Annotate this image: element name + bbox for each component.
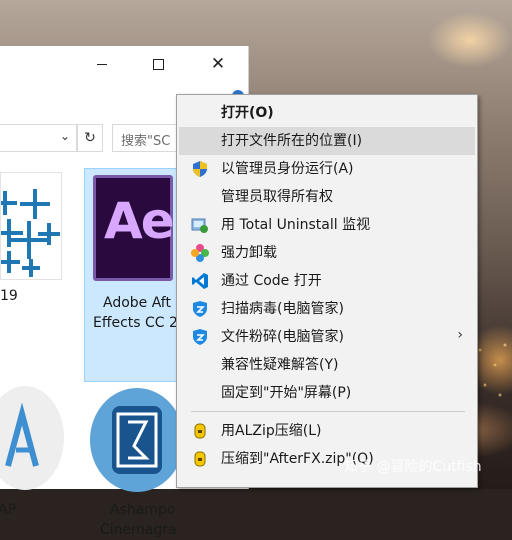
file-label: 19	[0, 288, 18, 304]
tencent-shield-icon	[191, 328, 209, 346]
menu-item-run-as-admin[interactable]: 以管理员身份运行(A)	[179, 155, 475, 183]
uac-shield-icon	[191, 160, 209, 178]
menu-item-label: 兼容性疑难解答(Y)	[221, 357, 339, 373]
menu-item-open[interactable]: 打开(O)	[179, 99, 475, 127]
minimize-button[interactable]	[88, 52, 116, 76]
file-label-line2: Cinemagra	[100, 522, 177, 538]
menu-item-total-uninstall[interactable]: 用 Total Uninstall 监视	[179, 211, 475, 239]
alzip-app-icon	[0, 386, 64, 490]
file-label-line2: Effects CC 2	[93, 315, 178, 331]
total-uninstall-icon	[191, 216, 209, 234]
refresh-button[interactable]: ↻	[77, 124, 103, 152]
alzip-icon	[191, 450, 209, 468]
menu-item-label: 以管理员身份运行(A)	[221, 161, 354, 177]
menu-item-label: 强力卸载	[221, 245, 277, 261]
maximize-button[interactable]	[144, 52, 172, 76]
chevron-down-icon[interactable]: ⌄	[60, 129, 70, 143]
title-bar: ✕	[0, 46, 248, 84]
menu-item-label: 用 Total Uninstall 监视	[221, 217, 371, 233]
menu-item-label: 扫描病毒(电脑管家)	[221, 301, 344, 317]
file-tile-ashampoo[interactable]: Ashampo Cinemagra	[86, 386, 184, 538]
file-label-line1: Adobe Aft	[103, 295, 171, 311]
menu-item-force-uninstall[interactable]: 强力卸载	[179, 239, 475, 267]
menu-item-label: 管理员取得所有权	[221, 189, 333, 205]
menu-item-alzip-compress[interactable]: 用ALZip压缩(L)	[179, 417, 475, 445]
menu-item-label: 文件粉碎(电脑管家)	[221, 329, 344, 345]
menu-item-label: 通过 Code 打开	[221, 273, 322, 289]
menu-separator	[191, 411, 465, 412]
menu-item-label: 打开(O)	[221, 105, 274, 121]
menu-item-label: 打开文件所在的位置(I)	[221, 133, 363, 149]
maximize-icon	[152, 58, 164, 70]
menu-item-pin-to-start[interactable]: 固定到"开始"屏幕(P)	[179, 379, 475, 407]
file-tile-after-effects[interactable]: Ae Adobe Aft Effects CC 2	[84, 168, 180, 382]
menu-item-open-file-location[interactable]: 打开文件所在的位置(I)	[179, 127, 475, 155]
watermark-text: 知乎 @冒险的Cutfish	[344, 459, 482, 475]
chevron-right-icon: ›	[457, 327, 463, 343]
menu-item-take-ownership[interactable]: 管理员取得所有权	[179, 183, 475, 211]
ae-icon-text: Ae	[104, 192, 175, 250]
search-placeholder: 搜索"SC	[121, 134, 171, 149]
minimize-icon	[97, 63, 107, 65]
file-tile-alzip-app[interactable]: AP	[0, 386, 70, 535]
menu-item-label: 用ALZip压缩(L)	[221, 423, 322, 439]
tencent-shield-icon	[191, 300, 209, 318]
after-effects-icon: Ae	[93, 175, 175, 281]
address-bar[interactable]: ⌄	[0, 124, 77, 152]
file-label: AP	[0, 502, 17, 518]
uninstall-flower-icon	[191, 244, 209, 262]
ashampoo-icon	[90, 388, 184, 492]
menu-item-label: 固定到"开始"屏幕(P)	[221, 385, 352, 401]
vscode-icon	[191, 272, 209, 290]
menu-item-virus-scan[interactable]: 扫描病毒(电脑管家)	[179, 295, 475, 323]
file-label-line1: Ashampo	[110, 502, 176, 518]
alzip-icon	[191, 422, 209, 440]
close-button[interactable]: ✕	[204, 52, 232, 76]
menu-item-compatibility[interactable]: 兼容性疑难解答(Y)	[179, 351, 475, 379]
film-icon	[112, 406, 162, 474]
menu-item-file-shredder[interactable]: 文件粉碎(电脑管家) ›	[179, 323, 475, 351]
file-tile-tableau[interactable]: 19	[0, 168, 62, 338]
menu-item-open-with-code[interactable]: 通过 Code 打开	[179, 267, 475, 295]
context-menu: 打开(O) 打开文件所在的位置(I) 以管理员身份运行(A) 管理员取得所有权 …	[176, 94, 478, 488]
tableau-icon	[0, 172, 62, 280]
